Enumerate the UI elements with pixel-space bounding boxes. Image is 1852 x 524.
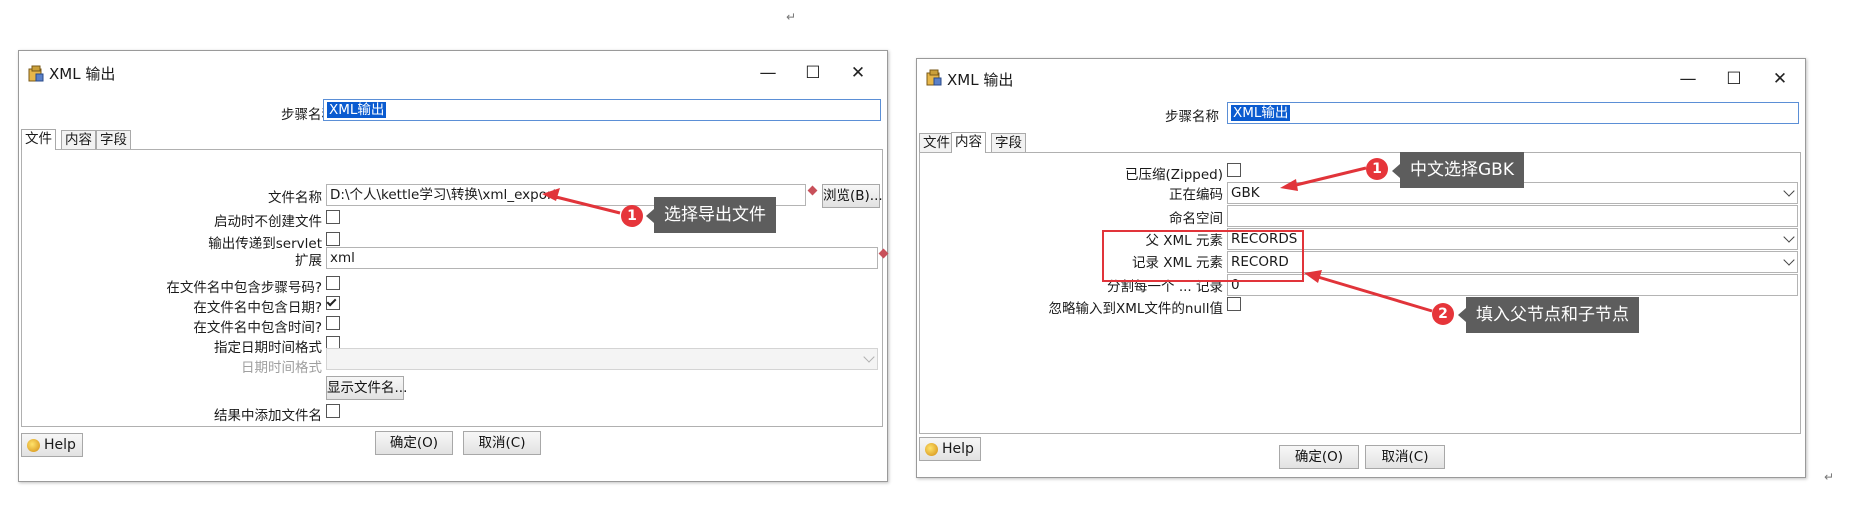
title-bar: XML 输出 — ☐ ✕: [917, 59, 1805, 101]
paragraph-mark: ↵: [786, 10, 797, 24]
datetime-format-label: 日期时间格式: [241, 360, 322, 376]
step-badge: 1: [1366, 158, 1388, 180]
specify-datetime-format-label: 指定日期时间格式: [214, 340, 322, 356]
tab-content[interactable]: 内容: [951, 132, 986, 153]
app-icon: [28, 65, 44, 82]
step-badge: 2: [1432, 303, 1454, 325]
step-name-input[interactable]: XML输出: [1227, 102, 1799, 124]
required-field-icon: [807, 185, 818, 196]
namespace-label: 命名空间: [1169, 211, 1223, 227]
no-create-file-checkbox[interactable]: [326, 210, 340, 224]
add-to-result-checkbox[interactable]: [326, 404, 340, 418]
include-time-checkbox[interactable]: [326, 316, 340, 330]
window-title: XML 输出: [947, 71, 1014, 89]
filename-label: 文件名称: [268, 190, 322, 206]
chevron-down-icon: [1783, 231, 1795, 243]
annotation-callout: 填入父节点和子节点: [1466, 297, 1639, 333]
help-icon: [27, 439, 40, 452]
close-icon[interactable]: ✕: [845, 60, 871, 86]
omit-null-label: 忽略输入到XML文件的null值: [1048, 301, 1223, 317]
required-field-icon: [878, 248, 889, 259]
help-button[interactable]: Help: [21, 433, 83, 457]
include-date-label: 在文件名中包含日期?: [193, 300, 322, 316]
tab-content[interactable]: 内容: [61, 130, 96, 150]
tab-file[interactable]: 文件: [919, 133, 954, 153]
datetime-format-select: [326, 348, 878, 370]
callout-pointer: [646, 209, 654, 223]
zipped-checkbox[interactable]: [1227, 163, 1241, 177]
include-stepnr-checkbox[interactable]: [326, 276, 340, 290]
cancel-button[interactable]: 取消(C): [463, 431, 541, 455]
minimize-icon[interactable]: —: [755, 60, 781, 86]
help-icon: [925, 443, 938, 456]
step-name-label: 步骤名称: [1165, 109, 1219, 125]
chevron-down-icon: [1783, 254, 1795, 266]
omit-null-checkbox[interactable]: [1227, 297, 1241, 311]
parent-xml-element-select[interactable]: RECORDS: [1227, 228, 1798, 250]
include-time-label: 在文件名中包含时间?: [193, 320, 322, 336]
namespace-input[interactable]: [1227, 205, 1798, 227]
highlight-box: [1102, 230, 1304, 282]
close-icon[interactable]: ✕: [1767, 66, 1793, 92]
title-bar: XML 输出 — ☐ ✕: [19, 51, 887, 93]
ok-button[interactable]: 确定(O): [375, 431, 453, 455]
tab-fields[interactable]: 字段: [96, 130, 131, 150]
extension-input[interactable]: xml: [326, 247, 878, 269]
show-filenames-button[interactable]: 显示文件名...: [326, 376, 407, 400]
split-every-input[interactable]: 0: [1227, 274, 1798, 296]
annotation-callout: 选择导出文件: [654, 197, 776, 233]
include-stepnr-label: 在文件名中包含步骤号码?: [166, 280, 322, 296]
maximize-icon[interactable]: ☐: [800, 60, 826, 86]
callout-pointer: [1458, 308, 1466, 322]
file-tab-panel: 文件名称 D:\个人\kettle学习\转换\xml_export 浏览(B).…: [21, 149, 889, 427]
servlet-output-checkbox[interactable]: [326, 232, 340, 246]
step-name-input[interactable]: XML输出: [323, 99, 881, 121]
maximize-icon[interactable]: ☐: [1721, 66, 1747, 92]
record-xml-element-select[interactable]: RECORD: [1227, 251, 1798, 273]
extension-label: 扩展: [295, 253, 322, 269]
browse-button[interactable]: 浏览(B)...: [822, 184, 883, 208]
xml-output-dialog-content-tab: XML 输出 — ☐ ✕ 步骤名称 XML输出 文件 内容 字段 已压缩(Zip…: [916, 58, 1806, 478]
xml-output-dialog-file-tab: XML 输出 — ☐ ✕ 步骤名称 XML输出 文件 内容 字段 文件名称 D:…: [18, 50, 889, 482]
content-tab-panel: 已压缩(Zipped) 正在编码 GBK 命名空间 父 XML 元素 RECOR…: [919, 152, 1801, 434]
paragraph-mark: ↵: [1824, 470, 1835, 484]
tab-fields[interactable]: 字段: [991, 133, 1026, 153]
help-button[interactable]: Help: [919, 437, 981, 461]
no-create-file-label: 启动时不创建文件: [214, 214, 322, 230]
chevron-down-icon: [1783, 185, 1795, 197]
app-icon: [926, 69, 942, 86]
chevron-down-icon: [863, 351, 875, 363]
step-name-label: 步骤名称: [281, 107, 335, 123]
annotation-callout: 中文选择GBK: [1400, 152, 1524, 188]
add-to-result-label: 结果中添加文件名: [214, 408, 322, 424]
checkmark-icon: [326, 296, 337, 307]
include-date-checkbox[interactable]: [326, 296, 340, 310]
window-title: XML 输出: [49, 65, 116, 83]
callout-pointer: [1392, 164, 1400, 178]
ok-button[interactable]: 确定(O): [1279, 445, 1359, 469]
tab-file[interactable]: 文件: [21, 129, 56, 150]
step-badge: 1: [621, 205, 643, 227]
minimize-icon[interactable]: —: [1675, 66, 1701, 92]
cancel-button[interactable]: 取消(C): [1365, 445, 1445, 469]
encoding-label: 正在编码: [1169, 187, 1223, 203]
zipped-label: 已压缩(Zipped): [1124, 167, 1223, 183]
